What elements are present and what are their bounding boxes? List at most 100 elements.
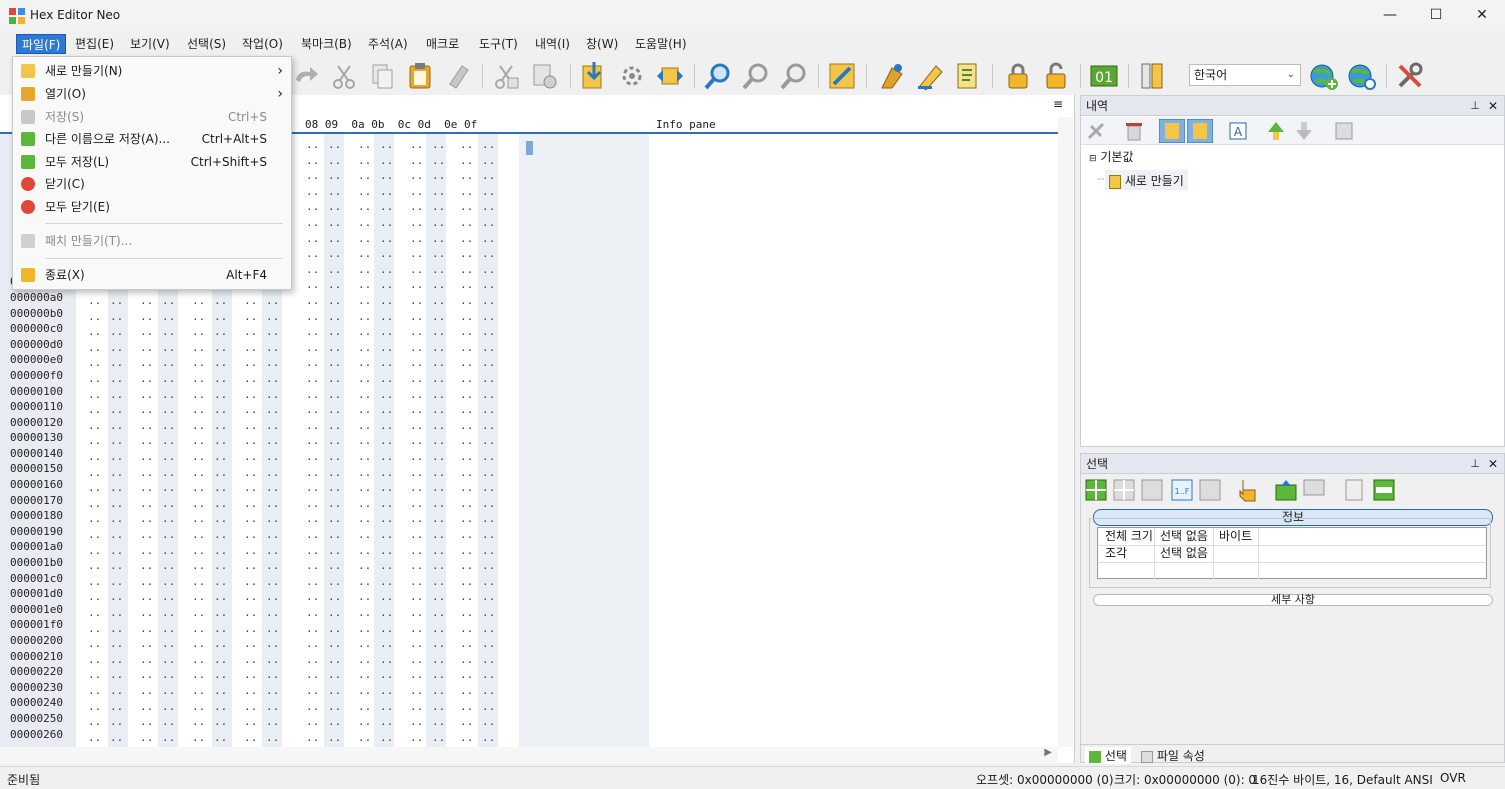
hex-cell[interactable]: .. — [192, 622, 205, 638]
redo-icon[interactable] — [290, 60, 322, 92]
hex-cell[interactable]: .. — [358, 731, 371, 747]
hex-cell[interactable]: .. — [460, 169, 473, 185]
hex-cell[interactable]: .. — [380, 216, 393, 232]
hex-cell[interactable]: .. — [140, 512, 153, 528]
hex-cell[interactable]: .. — [244, 575, 257, 591]
hex-cell[interactable]: .. — [410, 419, 423, 435]
hex-cell[interactable]: .. — [214, 481, 227, 497]
hex-cell[interactable]: .. — [328, 559, 341, 575]
hex-cell[interactable]: .. — [244, 310, 257, 326]
hex-cell[interactable]: .. — [432, 575, 445, 591]
hex-cell[interactable]: .. — [214, 294, 227, 310]
hex-cell[interactable]: .. — [162, 372, 175, 388]
hex-cell[interactable]: .. — [162, 606, 175, 622]
hex-cell[interactable]: .. — [110, 528, 123, 544]
hex-cell[interactable]: .. — [266, 497, 279, 513]
hex-cell[interactable]: .. — [244, 684, 257, 700]
hex-cell[interactable]: .. — [306, 575, 319, 591]
hex-cell[interactable]: .. — [110, 700, 123, 716]
hex-cell[interactable]: .. — [110, 684, 123, 700]
hex-cell[interactable]: .. — [244, 606, 257, 622]
hex-cell[interactable]: .. — [266, 372, 279, 388]
hex-cell[interactable]: .. — [88, 653, 101, 669]
hex-cell[interactable]: .. — [110, 497, 123, 513]
hex-cell[interactable]: .. — [306, 544, 319, 560]
hex-cell[interactable]: .. — [88, 637, 101, 653]
hex-cell[interactable]: .. — [110, 481, 123, 497]
hex-cell[interactable]: .. — [162, 419, 175, 435]
hex-cell[interactable]: .. — [266, 325, 279, 341]
hex-cell[interactable]: .. — [306, 247, 319, 263]
hex-cell[interactable]: .. — [460, 700, 473, 716]
hex-cell[interactable]: .. — [328, 466, 341, 482]
hex-cell[interactable]: .. — [358, 700, 371, 716]
find-next-icon[interactable] — [740, 60, 772, 92]
hex-cell[interactable]: .. — [88, 606, 101, 622]
hex-cell[interactable]: .. — [140, 590, 153, 606]
hex-cell[interactable]: .. — [432, 341, 445, 357]
hex-cell[interactable]: .. — [266, 653, 279, 669]
hex-cell[interactable]: .. — [88, 622, 101, 638]
copy-icon[interactable] — [366, 60, 398, 92]
hex-cell[interactable]: .. — [88, 294, 101, 310]
hex-cell[interactable]: .. — [410, 356, 423, 372]
hex-cell[interactable]: .. — [214, 731, 227, 747]
hex-cell[interactable]: .. — [380, 622, 393, 638]
hex-cell[interactable]: .. — [214, 637, 227, 653]
hex-cell[interactable]: .. — [460, 419, 473, 435]
hex-cell[interactable]: .. — [306, 731, 319, 747]
hex-cell[interactable]: .. — [358, 606, 371, 622]
hex-cell[interactable]: .. — [214, 575, 227, 591]
hex-cell[interactable]: .. — [140, 481, 153, 497]
hex-cell[interactable]: .. — [328, 622, 341, 638]
hex-cell[interactable]: .. — [328, 434, 341, 450]
hex-cell[interactable]: .. — [140, 575, 153, 591]
hex-cell[interactable]: .. — [410, 622, 423, 638]
hex-cell[interactable]: .. — [244, 481, 257, 497]
hex-cell[interactable]: .. — [214, 715, 227, 731]
lock-icon[interactable] — [1002, 60, 1034, 92]
hex-cell[interactable]: .. — [460, 606, 473, 622]
hex-cell[interactable]: .. — [306, 185, 319, 201]
hex-cell[interactable]: .. — [306, 668, 319, 684]
hex-cell[interactable]: .. — [410, 668, 423, 684]
hex-cell[interactable]: .. — [162, 731, 175, 747]
hex-cell[interactable]: .. — [110, 731, 123, 747]
hex-cell[interactable]: .. — [482, 559, 495, 575]
hex-cell[interactable]: .. — [380, 434, 393, 450]
hex-cell[interactable]: .. — [162, 544, 175, 560]
web-search-icon[interactable] — [1346, 60, 1378, 92]
pointer-select-icon[interactable] — [1237, 478, 1259, 502]
hex-cell[interactable]: .. — [358, 294, 371, 310]
hex-cell[interactable]: .. — [460, 559, 473, 575]
menu-file[interactable]: 파일(F) — [16, 34, 67, 54]
hex-cell[interactable]: .. — [358, 263, 371, 279]
hex-cell[interactable]: .. — [162, 450, 175, 466]
hex-cell[interactable]: .. — [432, 606, 445, 622]
hex-cell[interactable]: .. — [88, 388, 101, 404]
hex-cell[interactable]: .. — [410, 590, 423, 606]
file-menu-item[interactable]: 종료(X) Alt+F4 — [13, 264, 291, 286]
hex-cell[interactable]: .. — [380, 388, 393, 404]
hex-cell[interactable]: .. — [266, 450, 279, 466]
hex-cell[interactable]: .. — [432, 715, 445, 731]
hex-cell[interactable]: .. — [192, 466, 205, 482]
hex-cell[interactable]: .. — [162, 684, 175, 700]
bookmark-toggle-icon[interactable] — [876, 60, 908, 92]
hex-cell[interactable]: .. — [192, 403, 205, 419]
hex-cell[interactable]: .. — [110, 341, 123, 357]
menu-annotations[interactable]: 주석(A) — [363, 34, 413, 54]
hex-cell[interactable]: .. — [192, 575, 205, 591]
hex-cell[interactable]: .. — [192, 372, 205, 388]
hex-cell[interactable]: .. — [162, 590, 175, 606]
hex-cell[interactable]: .. — [192, 419, 205, 435]
hex-cell[interactable]: .. — [140, 528, 153, 544]
hex-cell[interactable]: .. — [110, 325, 123, 341]
undo-history-icon[interactable] — [1085, 120, 1107, 142]
hex-cell[interactable]: .. — [88, 668, 101, 684]
hex-cell[interactable]: .. — [410, 497, 423, 513]
hex-cell[interactable]: .. — [266, 310, 279, 326]
menu-bookmarks[interactable]: 북마크(B) — [296, 34, 357, 54]
hex-cell[interactable]: .. — [380, 559, 393, 575]
hex-cell[interactable]: .. — [460, 450, 473, 466]
